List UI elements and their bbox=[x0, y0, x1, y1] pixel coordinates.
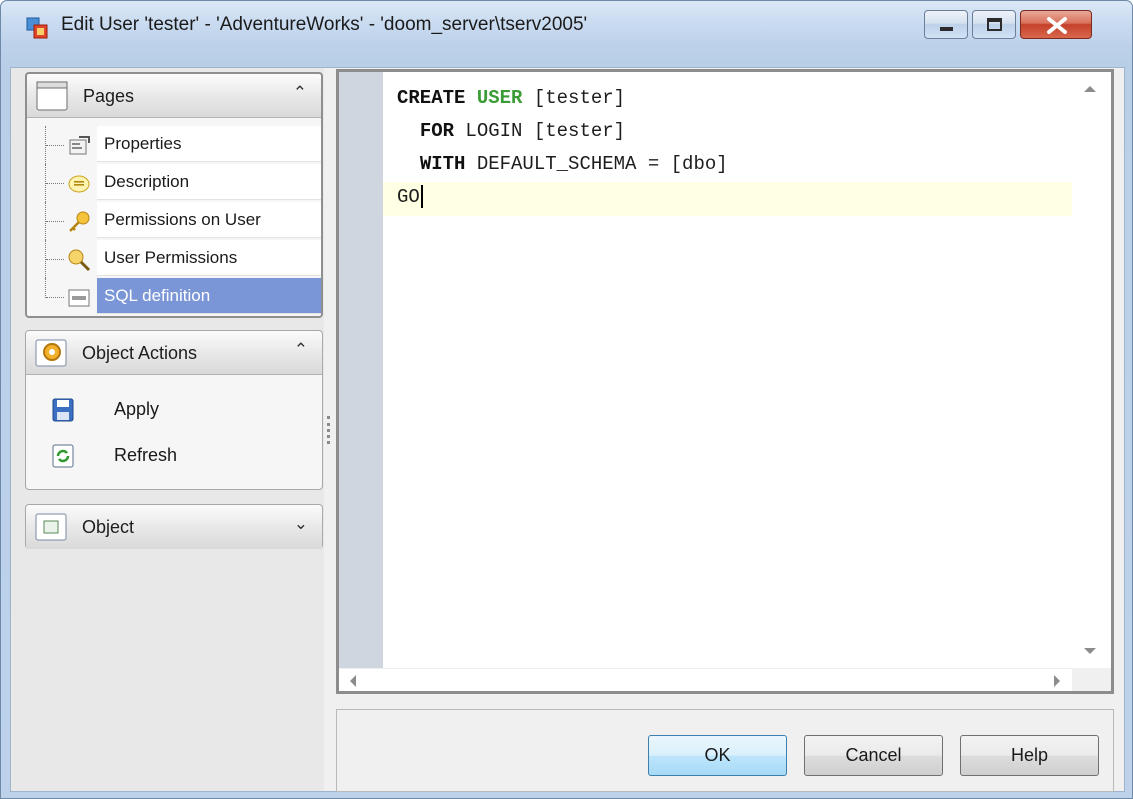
close-button[interactable] bbox=[1020, 10, 1092, 39]
close-icon bbox=[1047, 17, 1067, 34]
keyword-user: USER bbox=[476, 87, 523, 109]
code-line: CREATE USER [tester] bbox=[397, 82, 728, 115]
ok-button[interactable]: OK bbox=[648, 735, 787, 776]
edit-user-app-icon bbox=[26, 17, 48, 39]
help-button[interactable]: Help bbox=[960, 735, 1099, 776]
pages-group-header[interactable]: Pages ⌃ bbox=[27, 74, 321, 118]
splitter-handle[interactable] bbox=[327, 416, 330, 444]
pages-list: Properties Description Permissions on Us… bbox=[41, 126, 321, 316]
sql-editor[interactable]: CREATE USER [tester] FOR LOGIN [tester] … bbox=[336, 69, 1114, 694]
code-area[interactable]: CREATE USER [tester] FOR LOGIN [tester] … bbox=[397, 82, 728, 214]
keyword-create: CREATE bbox=[397, 87, 466, 109]
page-item-user-permissions[interactable]: User Permissions bbox=[41, 240, 321, 278]
refresh-action-label: Refresh bbox=[114, 445, 178, 465]
object-group-header[interactable]: Object ⌄ bbox=[26, 505, 322, 549]
page-item-sql-definition[interactable]: SQL definition bbox=[41, 278, 321, 316]
dialog-button-bar: OK Cancel Help bbox=[336, 709, 1114, 792]
save-icon bbox=[52, 398, 74, 422]
tree-connector bbox=[45, 240, 65, 278]
magnifier-key-icon bbox=[68, 249, 91, 272]
keyword-for: FOR bbox=[419, 120, 455, 142]
tree-connector bbox=[45, 202, 65, 240]
code-line: WITH DEFAULT_SCHEMA = [dbo] bbox=[397, 148, 728, 181]
page-item-label: SQL definition bbox=[97, 278, 321, 314]
minimize-icon bbox=[940, 27, 953, 31]
code-line: FOR LOGIN [tester] bbox=[397, 115, 728, 148]
scrollbar-corner bbox=[1072, 668, 1111, 691]
text-caret bbox=[420, 185, 423, 209]
pages-group-title: Pages bbox=[83, 86, 135, 106]
object-group: Object ⌄ bbox=[25, 504, 323, 549]
page-item-label: User Permissions bbox=[97, 240, 321, 276]
horizontal-scrollbar[interactable] bbox=[339, 668, 1072, 691]
description-icon bbox=[68, 175, 90, 193]
code-text: DEFAULT_SCHEMA = [dbo] bbox=[465, 153, 728, 175]
tree-connector bbox=[45, 164, 65, 202]
scroll-left-arrow-icon[interactable] bbox=[350, 675, 356, 687]
cancel-button[interactable]: Cancel bbox=[804, 735, 943, 776]
maximize-icon bbox=[987, 18, 1002, 31]
page-item-label: Description bbox=[97, 164, 321, 200]
maximize-button[interactable] bbox=[972, 10, 1016, 39]
tree-connector bbox=[45, 126, 65, 164]
object-group-title: Object bbox=[82, 517, 135, 537]
editor-gutter bbox=[339, 72, 383, 668]
page-item-label: Permissions on User bbox=[97, 202, 321, 238]
sql-icon bbox=[68, 289, 90, 307]
properties-icon bbox=[69, 136, 90, 155]
apply-action-label: Apply bbox=[114, 399, 160, 419]
pages-group: Pages ⌃ Properties Description Permissio… bbox=[25, 72, 323, 318]
dialog-window: Edit User 'tester' - 'AdventureWorks' - … bbox=[0, 0, 1133, 799]
page-item-permissions-on-user[interactable]: Permissions on User bbox=[41, 202, 321, 240]
object-actions-group-header[interactable]: Object Actions ⌃ bbox=[26, 331, 322, 375]
pages-icon bbox=[36, 81, 68, 111]
gear-icon bbox=[35, 339, 67, 367]
scroll-up-arrow-icon[interactable] bbox=[1084, 86, 1096, 92]
page-item-label: Properties bbox=[97, 126, 321, 162]
keyword-with: WITH bbox=[419, 153, 466, 175]
dialog-client-area: Pages ⌃ Properties Description Permissio… bbox=[10, 67, 1125, 792]
scroll-down-arrow-icon[interactable] bbox=[1084, 648, 1096, 654]
expand-chevron-icon[interactable]: ⌄ bbox=[294, 514, 308, 534]
navigation-panel: Pages ⌃ Properties Description Permissio… bbox=[11, 68, 330, 791]
page-item-properties[interactable]: Properties bbox=[41, 126, 321, 164]
code-text: LOGIN [tester] bbox=[454, 120, 626, 142]
tree-connector bbox=[45, 278, 65, 298]
scroll-right-arrow-icon[interactable] bbox=[1054, 675, 1060, 687]
collapse-chevron-icon[interactable]: ⌃ bbox=[294, 340, 308, 360]
key-icon bbox=[69, 211, 90, 232]
object-icon bbox=[35, 513, 67, 541]
title-bar[interactable]: Edit User 'tester' - 'AdventureWorks' - … bbox=[1, 1, 1132, 47]
page-item-description[interactable]: Description bbox=[41, 164, 321, 202]
minimize-button[interactable] bbox=[924, 10, 968, 39]
code-text: [tester] bbox=[522, 87, 626, 109]
vertical-scrollbar[interactable] bbox=[1072, 72, 1111, 668]
refresh-icon bbox=[52, 444, 74, 468]
collapse-chevron-icon[interactable]: ⌃ bbox=[293, 83, 307, 103]
object-actions-group-title: Object Actions bbox=[82, 343, 198, 363]
code-line-current: GO bbox=[397, 181, 728, 214]
code-text: GO bbox=[397, 186, 420, 208]
object-actions-group: Object Actions ⌃ Apply Refresh bbox=[25, 330, 323, 490]
window-title: Edit User 'tester' - 'AdventureWorks' - … bbox=[61, 14, 588, 35]
